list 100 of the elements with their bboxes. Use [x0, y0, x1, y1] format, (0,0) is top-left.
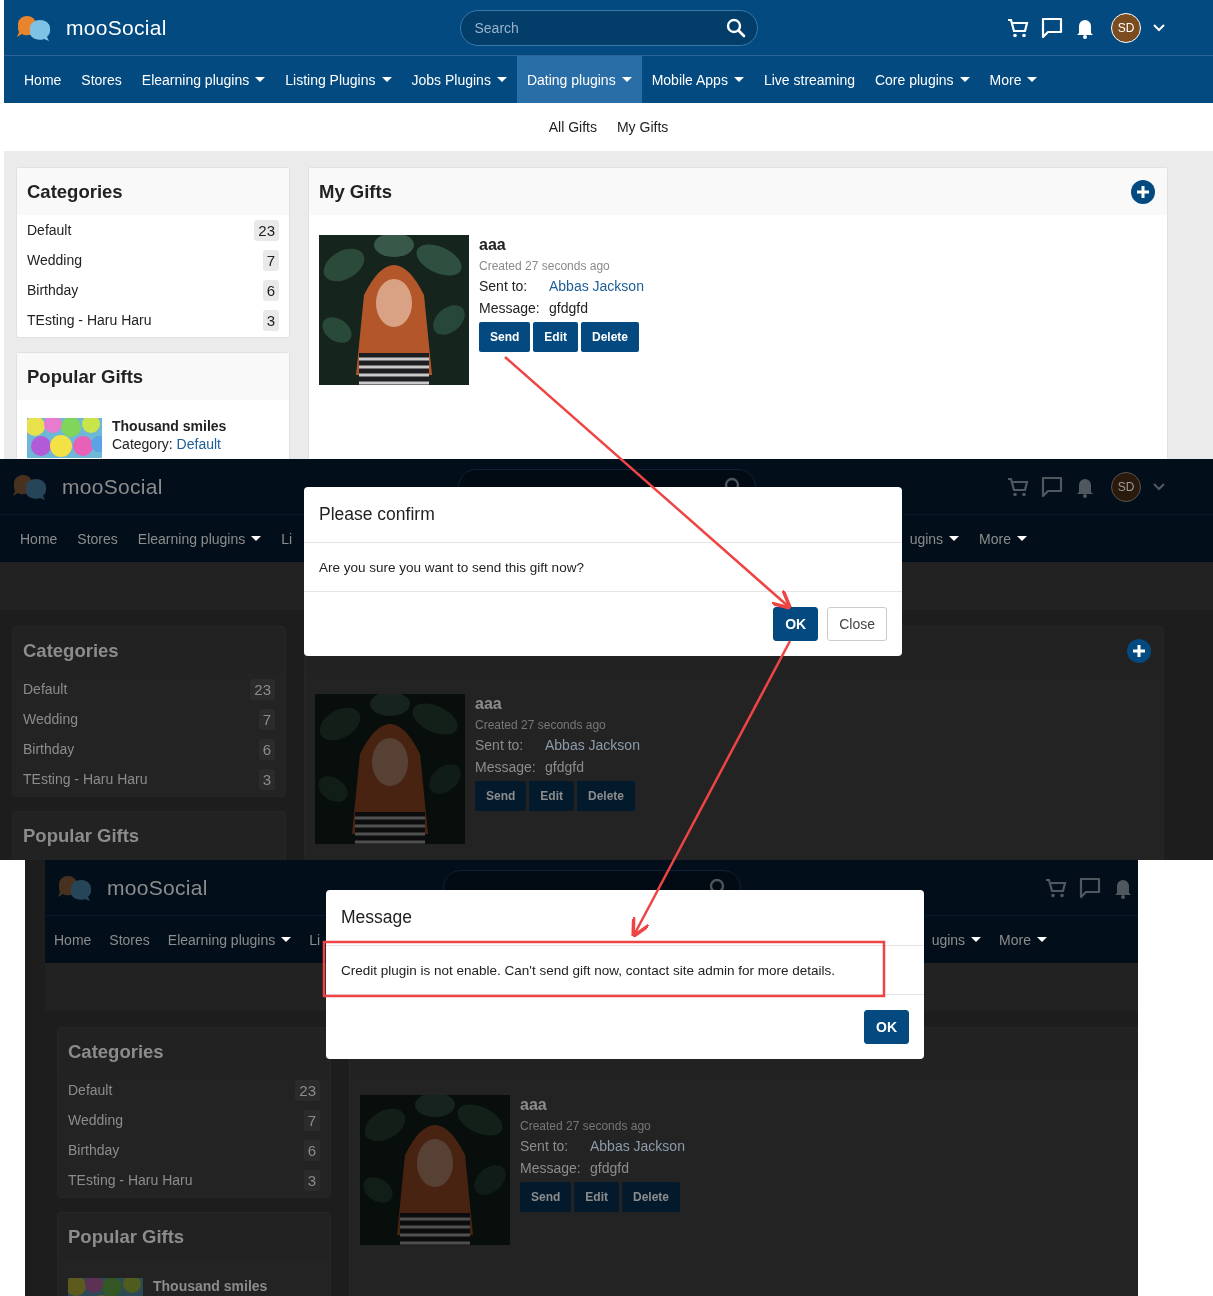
- category-name[interactable]: Wedding: [23, 711, 78, 727]
- field-label: Sent to:: [479, 278, 529, 294]
- nav-item[interactable]: More: [990, 916, 1056, 963]
- action-button[interactable]: Delete: [577, 781, 636, 811]
- nav-item[interactable]: Home: [14, 56, 72, 103]
- nav-item[interactable]: Stores: [71, 56, 132, 103]
- nav-item[interactable]: ugins: [922, 916, 991, 963]
- category-name[interactable]: TEsting - Haru Haru: [68, 1172, 193, 1188]
- field-label: Sent to:: [520, 1138, 570, 1154]
- dialog-button[interactable]: OK: [773, 607, 819, 641]
- gift-name[interactable]: aaa: [520, 1096, 685, 1114]
- message-text: gfdgfd: [545, 759, 584, 775]
- count-badge: 23: [250, 678, 275, 700]
- action-button[interactable]: Edit: [533, 322, 578, 352]
- category-name[interactable]: Default: [23, 681, 68, 697]
- gift-name[interactable]: aaa: [479, 236, 644, 254]
- nav-item[interactable]: Dating plugins: [516, 56, 642, 103]
- category-item[interactable]: Default 23: [17, 215, 289, 245]
- user-avatar[interactable]: SD: [1111, 12, 1141, 43]
- created-time: Created 27 seconds ago: [475, 718, 607, 732]
- category-name[interactable]: Wedding: [68, 1112, 123, 1128]
- category-item[interactable]: TEsting - Haru Haru 3: [13, 764, 285, 794]
- action-button[interactable]: Send: [479, 322, 531, 352]
- action-button[interactable]: Edit: [529, 781, 574, 811]
- category-link[interactable]: Default: [176, 436, 221, 453]
- logo-text[interactable]: mooSocial: [107, 875, 208, 900]
- nav-item[interactable]: Stores: [67, 515, 128, 562]
- gift-name[interactable]: Thousand smiles: [112, 418, 227, 435]
- nav-item[interactable]: Listing Plugins: [275, 56, 402, 103]
- category-name[interactable]: TEsting - Haru Haru: [23, 771, 148, 787]
- card-title: Categories: [27, 180, 123, 203]
- nav-item[interactable]: Stores: [100, 916, 159, 963]
- nav-item[interactable]: Jobs Plugins: [401, 56, 517, 103]
- category-item[interactable]: Wedding 7: [17, 245, 289, 275]
- recipient-link[interactable]: Abbas Jackson: [590, 1138, 685, 1154]
- nav-item[interactable]: Elearning plugins: [131, 56, 276, 103]
- card-title: Categories: [68, 1040, 164, 1063]
- action-button[interactable]: Delete: [622, 1182, 681, 1212]
- created-time: Created 27 seconds ago: [520, 1119, 652, 1133]
- count-badge: 23: [295, 1079, 320, 1101]
- dialog-title: Message: [341, 907, 412, 928]
- category-item[interactable]: Birthday 6: [17, 275, 289, 305]
- count-badge: 6: [303, 1139, 320, 1161]
- category-name[interactable]: Default: [68, 1082, 113, 1098]
- sub-nav-link[interactable]: My Gifts: [616, 119, 669, 135]
- category-name[interactable]: Birthday: [23, 741, 75, 757]
- recipient-link[interactable]: Abbas Jackson: [549, 278, 644, 294]
- message-text: gfdgfd: [590, 1160, 629, 1176]
- gift-name[interactable]: aaa: [475, 695, 640, 713]
- nav-item[interactable]: Home: [10, 515, 68, 562]
- nav-item[interactable]: More: [979, 56, 1048, 103]
- nav-item[interactable]: ugins: [899, 515, 970, 562]
- dialog-button[interactable]: Close: [827, 607, 887, 641]
- category-name[interactable]: Wedding: [27, 252, 82, 268]
- dialog-message: Credit plugin is not enable. Can't send gift now, contact site admin for more details.: [341, 962, 836, 978]
- nav-item[interactable]: Core plugins: [864, 56, 980, 103]
- count-badge: 6: [262, 279, 279, 301]
- category-item[interactable]: TEsting - Haru Haru 3: [17, 305, 289, 335]
- nav-item[interactable]: Mobile Apps: [641, 56, 754, 103]
- logo-text[interactable]: mooSocial: [62, 474, 163, 499]
- nav-item[interactable]: Li: [271, 515, 303, 562]
- card-title: Categories: [23, 639, 119, 662]
- card-title: Popular Gifts: [27, 365, 144, 388]
- user-avatar[interactable]: SD: [1111, 471, 1141, 502]
- count-badge: 6: [258, 738, 275, 760]
- sub-nav-link[interactable]: All Gifts: [548, 119, 597, 135]
- nav-item[interactable]: Elearning plugins: [158, 916, 301, 963]
- nav-item[interactable]: More: [969, 515, 1037, 562]
- count-badge: 3: [262, 309, 279, 331]
- action-button[interactable]: Delete: [581, 322, 640, 352]
- category-item[interactable]: TEsting - Haru Haru 3: [58, 1165, 330, 1195]
- category-name[interactable]: Birthday: [68, 1142, 120, 1158]
- count-badge: 7: [303, 1109, 320, 1131]
- message-text: gfdgfd: [549, 300, 588, 316]
- dialog-button[interactable]: OK: [864, 1010, 909, 1044]
- category-label: Category:: [112, 436, 173, 453]
- category-item[interactable]: Default 23: [58, 1075, 330, 1105]
- category-item[interactable]: Birthday 6: [58, 1135, 330, 1165]
- action-button[interactable]: Send: [475, 781, 527, 811]
- field-label: Message:: [520, 1160, 580, 1176]
- category-name[interactable]: Default: [27, 222, 72, 238]
- nav-item[interactable]: Live streaming: [753, 56, 865, 103]
- nav-item[interactable]: Home: [45, 916, 101, 963]
- logo-text[interactable]: mooSocial: [66, 15, 167, 40]
- field-label: Sent to:: [475, 737, 525, 753]
- category-item[interactable]: Wedding 7: [58, 1105, 330, 1135]
- field-label: Message:: [475, 759, 535, 775]
- category-item[interactable]: Birthday 6: [13, 734, 285, 764]
- recipient-link[interactable]: Abbas Jackson: [545, 737, 640, 753]
- category-name[interactable]: TEsting - Haru Haru: [27, 312, 152, 328]
- card-title: Popular Gifts: [23, 824, 140, 847]
- gift-name[interactable]: Thousand smiles: [153, 1278, 268, 1295]
- nav-item[interactable]: Elearning plugins: [127, 515, 272, 562]
- action-button[interactable]: Edit: [574, 1182, 619, 1212]
- search-field[interactable]: Search: [459, 9, 758, 46]
- count-badge: 7: [262, 249, 279, 271]
- category-item[interactable]: Default 23: [13, 674, 285, 704]
- action-button[interactable]: Send: [520, 1182, 572, 1212]
- category-item[interactable]: Wedding 7: [13, 704, 285, 734]
- category-name[interactable]: Birthday: [27, 282, 79, 298]
